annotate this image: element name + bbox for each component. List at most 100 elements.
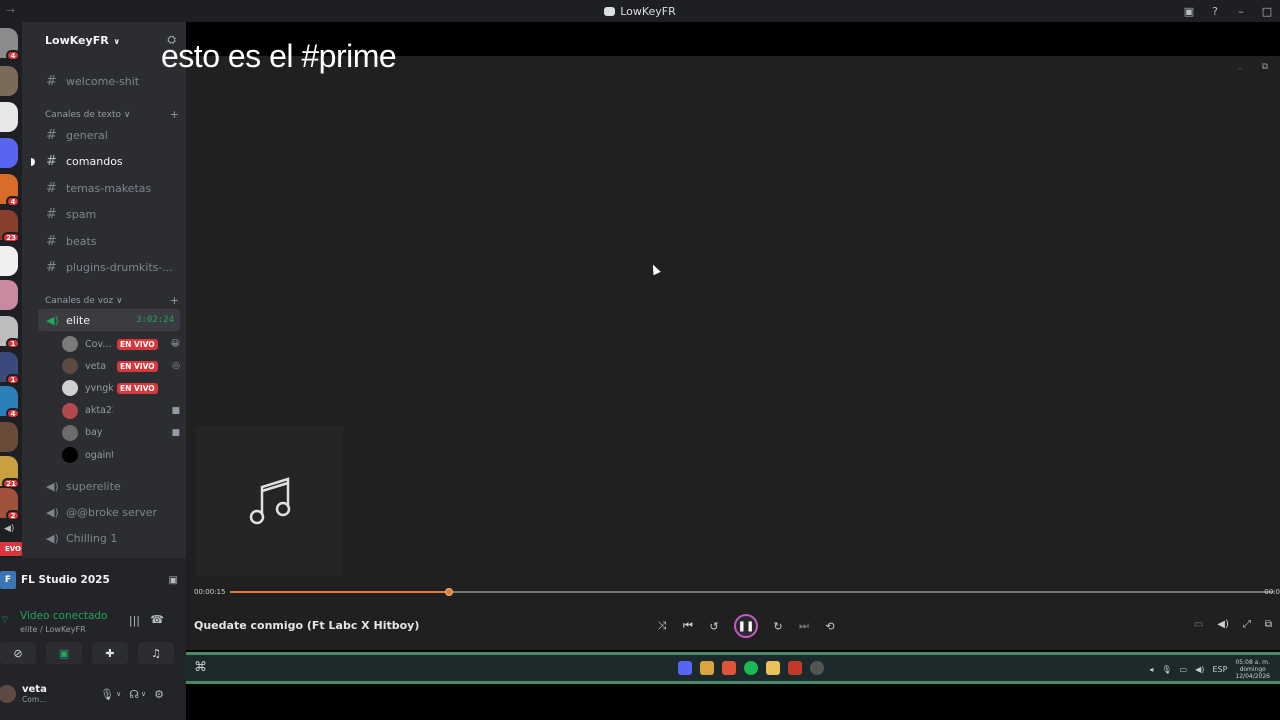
server-icon[interactable] [0, 102, 18, 132]
voice-user-name: ogaint [85, 449, 113, 461]
voice-channel-elite[interactable]: ◀) elite 3:02:24 [38, 309, 180, 331]
channel-item[interactable]: # comandos [38, 151, 178, 173]
channel-item[interactable]: # spam [38, 204, 178, 226]
back-arrow-icon[interactable]: → [6, 4, 15, 17]
previous-track-icon[interactable]: ⏮ [682, 619, 694, 633]
guild-name[interactable]: LowKeyFR ∨ [45, 34, 120, 47]
screen-share-icon[interactable]: ▣ [169, 575, 178, 586]
activities-button[interactable]: ✚ [92, 642, 128, 664]
voice-user[interactable]: veta EN VIVO ◎ [62, 356, 180, 376]
clock[interactable]: 05:08 a. m. domingo 12/04/2026 [1235, 659, 1270, 680]
minimize-player-icon[interactable]: – [1238, 64, 1242, 73]
live-badge: EN VIVO [117, 360, 158, 372]
seek-bar[interactable] [230, 588, 1274, 596]
server-icon[interactable] [0, 138, 18, 168]
create-voice-channel-icon[interactable]: + [170, 294, 179, 307]
seek-handle[interactable] [445, 588, 454, 596]
spotify-app-icon[interactable] [744, 661, 758, 675]
fl-studio-app-icon[interactable] [700, 661, 714, 675]
settings-gear-icon[interactable]: ⚙ [154, 688, 164, 701]
mini-player-icon[interactable]: ▭ [1194, 619, 1203, 630]
signal-icon[interactable]: ⌔ [0, 614, 9, 627]
server-icon[interactable]: 21 [0, 456, 20, 489]
next-track-icon[interactable]: ⏭ [798, 619, 810, 633]
tray-chevron-icon[interactable]: ◂ [1149, 665, 1153, 674]
soundboard-button[interactable]: ♫ [138, 642, 174, 664]
disconnect-icon[interactable]: ☎ [150, 613, 164, 626]
volume-icon[interactable]: ◀) [1217, 619, 1229, 630]
channel-welcome[interactable]: # welcome-shit [38, 70, 178, 92]
network-icon[interactable]: ▭ [1180, 665, 1188, 674]
volume-tray-icon[interactable]: ◀) [1195, 665, 1204, 674]
speaker-icon: ◀) [46, 479, 59, 493]
avatar [62, 336, 78, 352]
rewind-icon[interactable]: ↺ [708, 620, 720, 633]
window-title: LowKeyFR [604, 5, 676, 18]
channel-item[interactable]: # temas-maketas [38, 177, 178, 199]
file-explorer-icon[interactable] [766, 661, 780, 675]
forward-icon[interactable]: ↻ [772, 620, 784, 633]
server-icon[interactable] [0, 246, 18, 276]
player-app-icon[interactable] [810, 661, 824, 675]
avatar[interactable] [0, 685, 16, 703]
voice-user[interactable]: bay ■ [62, 423, 180, 443]
inbox-icon[interactable]: ▣ [1182, 4, 1196, 18]
voice-channel-item[interactable]: ◀) Chilling 1 [38, 528, 180, 550]
server-icon[interactable]: 4 [0, 174, 20, 207]
voice-user[interactable]: akta222 ■ [62, 401, 180, 421]
chevron-down-icon[interactable]: ∨ [141, 690, 146, 698]
server-icon[interactable]: 4 [0, 28, 20, 61]
server-icon[interactable]: 1 [0, 316, 20, 349]
voice-channel-item[interactable]: ◀) @@broke server [38, 501, 180, 523]
voice-user[interactable]: Cov... EN VIVO 😀 [62, 334, 180, 354]
pause-button[interactable]: ❚❚ [734, 614, 758, 638]
discord-app-icon[interactable] [678, 661, 692, 675]
shuffle-icon[interactable]: ⤨ [656, 619, 668, 633]
server-icon[interactable] [0, 422, 18, 452]
channel-item[interactable]: # general [38, 124, 178, 146]
media-app-icon[interactable] [788, 661, 802, 675]
channel-item[interactable]: # beats [38, 230, 178, 252]
create-channel-icon[interactable]: + [170, 108, 179, 121]
restore-player-icon[interactable]: ⧉ [1262, 62, 1268, 72]
microphone-icon[interactable]: 🎙 [100, 688, 114, 701]
media-player[interactable]: – ⧉ 00:00:15 00:0 Quedate conmigo (Ft La… [186, 56, 1280, 650]
command-icon[interactable]: ⌘ [194, 660, 207, 675]
chevron-down-icon[interactable]: ∨ [116, 690, 121, 698]
repeat-icon[interactable]: ⟲ [824, 620, 836, 633]
live-pill[interactable]: EVO [0, 542, 22, 556]
voice-user[interactable]: yvngke... EN VIVO [62, 378, 180, 398]
category-voice[interactable]: Canales de voz ∨ + [45, 294, 179, 307]
mic-tray-icon[interactable]: 🎙 [1161, 665, 1171, 674]
noise-suppression-icon[interactable]: ||| [129, 614, 140, 627]
channel-item[interactable]: # plugins-drumkits-... [38, 257, 178, 279]
help-icon[interactable]: ? [1208, 4, 1222, 18]
title-bar: → LowKeyFR ▣ ? – □ [0, 0, 1280, 22]
server-icon[interactable] [0, 66, 18, 96]
user-panel: F FL Studio 2025 ▣ ⌔ Video conectado eli… [0, 558, 186, 720]
channel-name: spam [66, 208, 97, 221]
voice-user[interactable]: ogaint [62, 445, 180, 465]
headphones-icon[interactable]: ☊ [129, 688, 139, 701]
call-timer: 3:02:24 [136, 315, 174, 325]
minimize-button[interactable]: – [1234, 4, 1248, 18]
fullscreen-icon[interactable]: ⤢ [1243, 619, 1251, 630]
server-icon[interactable]: 1 [0, 352, 20, 385]
album-art [196, 426, 343, 576]
camera-off-button[interactable]: ⊘ [0, 642, 36, 664]
popout-icon[interactable]: ⧉ [1265, 619, 1272, 630]
app-activity[interactable]: F FL Studio 2025 ▣ [0, 568, 178, 592]
voice-channel-item[interactable]: ◀) superelite [38, 475, 180, 497]
server-icon[interactable]: 4 [0, 386, 20, 419]
server-icon[interactable]: 2 [0, 488, 20, 521]
language-indicator[interactable]: ESP [1212, 665, 1227, 674]
voice-status-title[interactable]: Video conectado [20, 610, 107, 622]
brave-app-icon[interactable] [722, 661, 736, 675]
avatar [62, 380, 78, 397]
server-icon[interactable] [0, 280, 18, 310]
screen-share-button[interactable]: ▣ [46, 642, 82, 664]
server-icon[interactable]: 23 [0, 210, 20, 243]
category-text[interactable]: Canales de texto ∨ + [45, 108, 179, 121]
maximize-button[interactable]: □ [1260, 4, 1274, 18]
category-voice-label: Canales de voz ∨ [45, 295, 123, 306]
